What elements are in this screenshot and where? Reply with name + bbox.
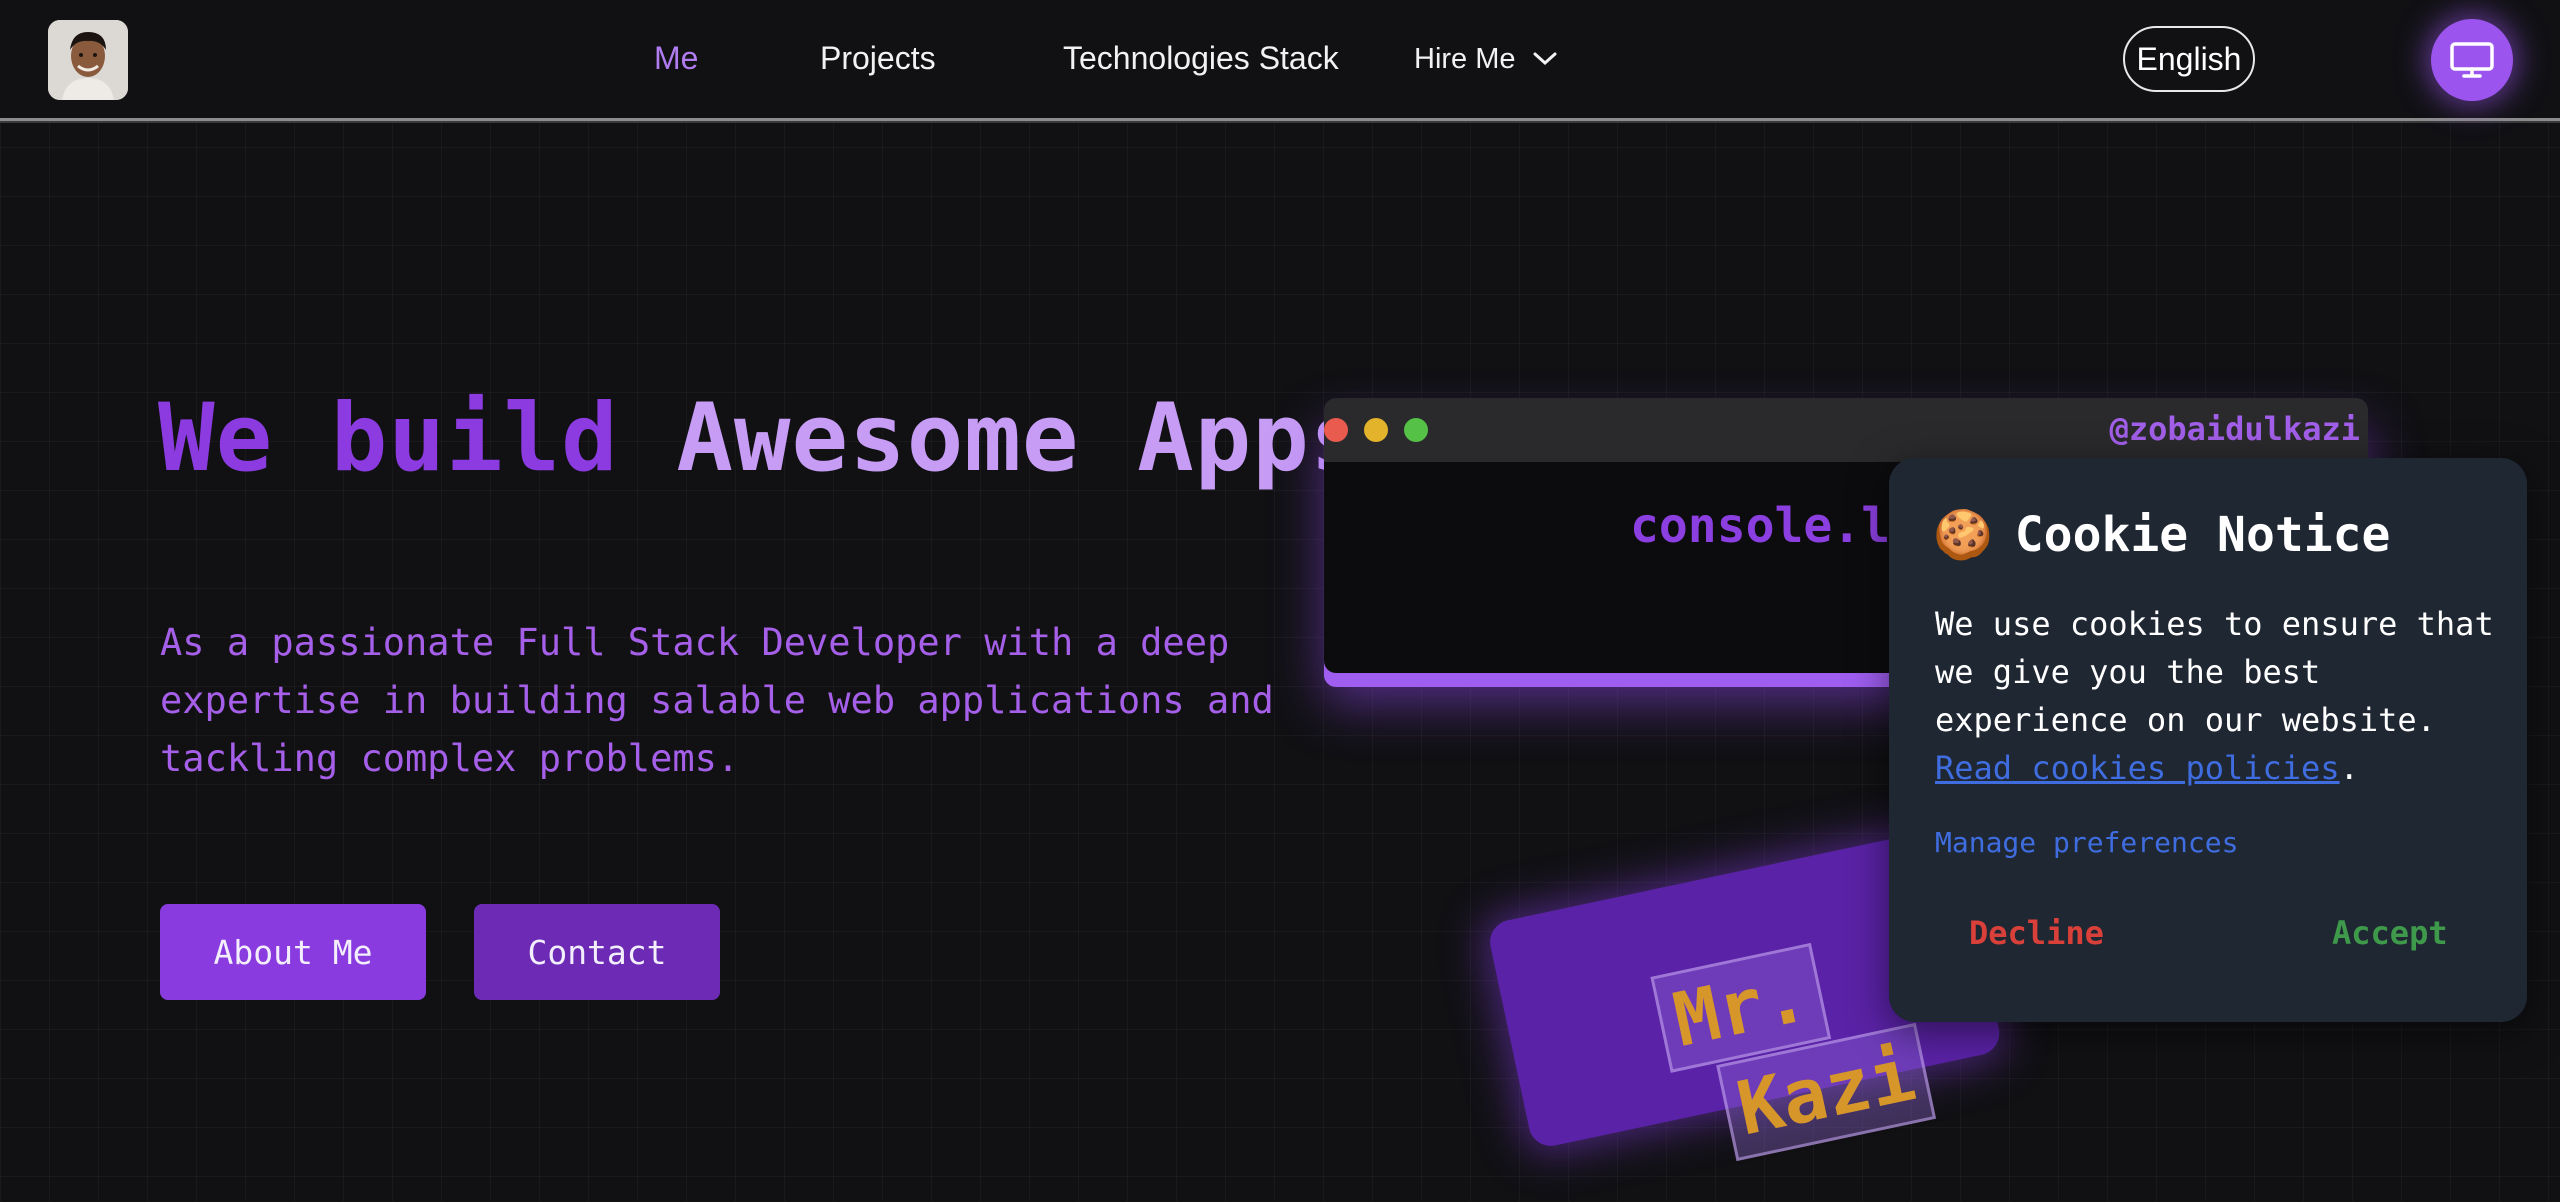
- nav-projects[interactable]: Projects: [820, 38, 936, 78]
- cookie-link-suffix: .: [2339, 749, 2359, 787]
- window-minimize-dot: [1364, 418, 1388, 442]
- hero-description: As a passionate Full Stack Developer wit…: [160, 621, 1274, 780]
- nav-me[interactable]: Me: [654, 38, 698, 78]
- theme-toggle-button[interactable]: [2431, 19, 2513, 101]
- manage-preferences-link[interactable]: Manage preferences: [1935, 826, 2238, 859]
- cookie-notice: 🍪 Cookie Notice We use cookies to ensure…: [1889, 458, 2527, 1022]
- window-close-dot: [1324, 418, 1348, 442]
- hero-title: We build Awesome Apps: [158, 390, 1367, 488]
- cookie-icon: 🍪: [1933, 507, 1993, 563]
- contact-button[interactable]: Contact: [474, 904, 720, 1000]
- code-window-titlebar: @zobaidulkazi: [1324, 398, 2368, 462]
- read-cookies-policies-link[interactable]: Read cookies policies: [1935, 749, 2340, 787]
- about-me-button[interactable]: About Me: [160, 904, 426, 1000]
- avatar-image: [48, 20, 128, 100]
- code-line: console.l: [1630, 498, 1891, 554]
- accept-button[interactable]: Accept: [2332, 914, 2448, 952]
- nav-hire-me-label: Hire Me: [1414, 43, 1516, 75]
- avatar[interactable]: [48, 20, 128, 100]
- nav-hire-me[interactable]: Hire Me: [1414, 39, 1558, 79]
- chevron-down-icon: [1533, 52, 1557, 66]
- code-window-handle: @zobaidulkazi: [2109, 410, 2360, 448]
- monitor-icon: [2450, 42, 2494, 78]
- hero-title-part2: Awesome Apps: [676, 384, 1368, 493]
- cookie-body: We use cookies to ensure that we give yo…: [1935, 600, 2495, 792]
- navbar: Me Projects Technologies Stack Hire Me E…: [0, 0, 2560, 121]
- decline-button[interactable]: Decline: [1969, 914, 2104, 952]
- nav-technologies-stack[interactable]: Technologies Stack: [1063, 38, 1339, 78]
- cookie-title-text: Cookie Notice: [2014, 506, 2391, 563]
- window-maximize-dot: [1404, 418, 1428, 442]
- cookie-body-text: We use cookies to ensure that we give yo…: [1935, 605, 2494, 739]
- language-select[interactable]: English: [2123, 26, 2255, 92]
- cookie-title: 🍪 Cookie Notice: [1933, 506, 2391, 564]
- hero-title-part1: We build: [158, 384, 619, 493]
